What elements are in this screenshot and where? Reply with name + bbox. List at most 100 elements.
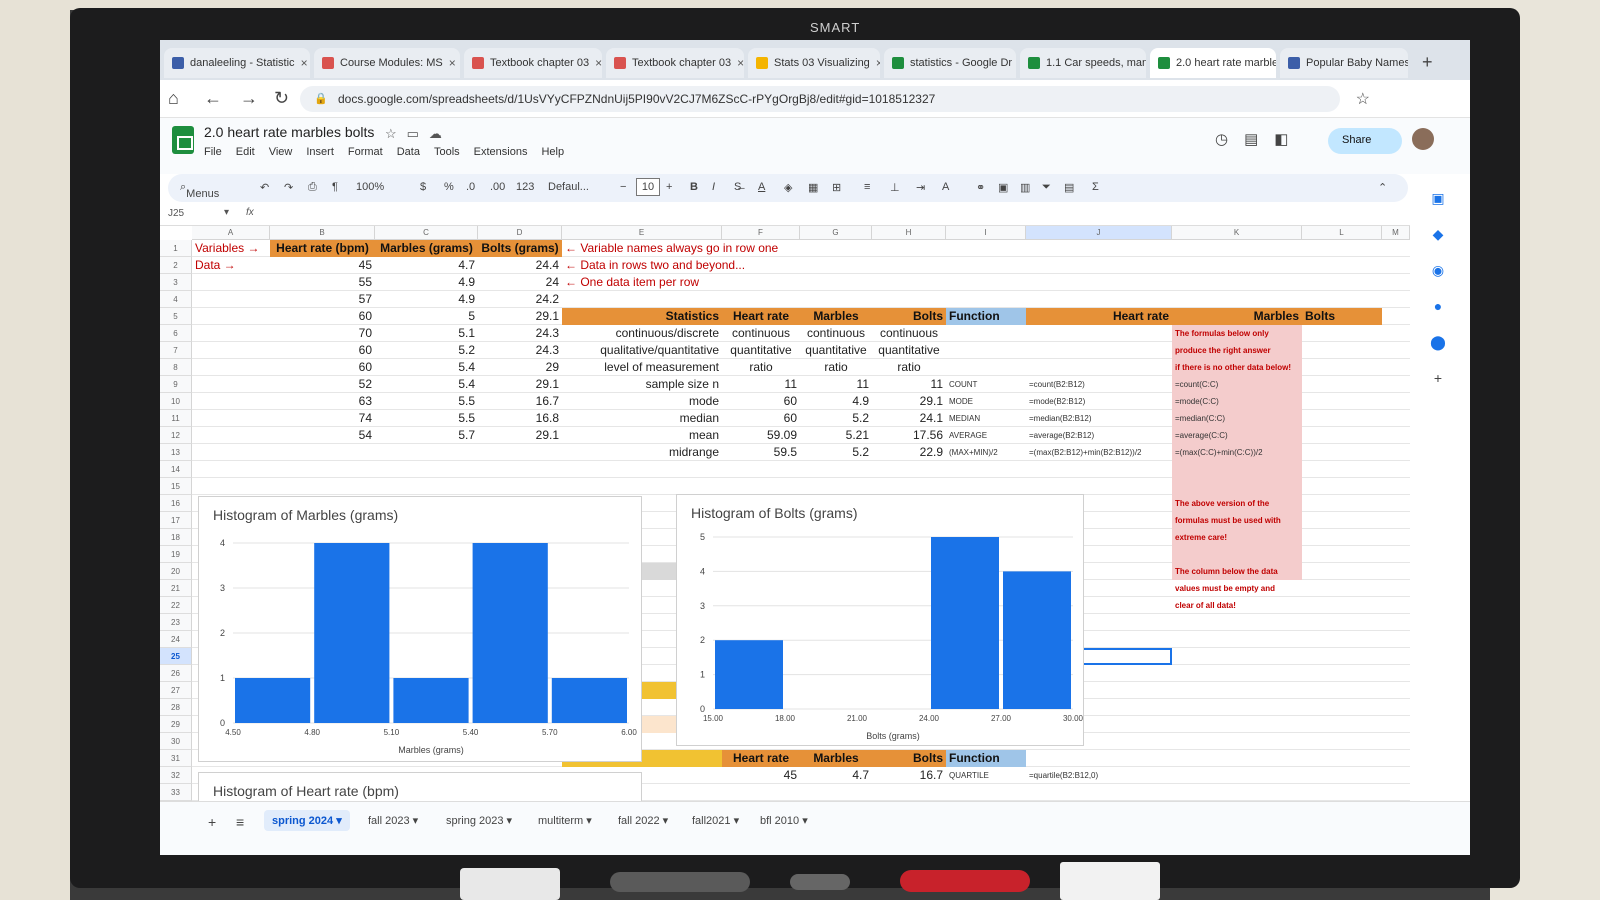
formula-note[interactable]: clear of all data! <box>1172 597 1302 614</box>
browser-tab[interactable]: danaleeling - Statistic × <box>164 48 310 78</box>
data-cell-heart-rate[interactable]: 74 <box>270 410 375 427</box>
stat-function[interactable] <box>946 342 1026 359</box>
row-header[interactable]: 32 <box>160 767 192 784</box>
text-color-icon[interactable]: A <box>758 181 765 193</box>
row-header[interactable]: 1 <box>160 240 192 257</box>
row-header[interactable]: 14 <box>160 461 192 478</box>
data-cell-heart-rate[interactable]: 57 <box>270 291 375 308</box>
data-cell-heart-rate[interactable]: 70 <box>270 325 375 342</box>
stat-label[interactable]: midrange <box>562 444 722 461</box>
wrap-icon[interactable]: ⇥ <box>916 181 925 194</box>
row-header[interactable]: 7 <box>160 342 192 359</box>
column-header-d[interactable]: D <box>478 226 562 240</box>
note-row-one[interactable]: ← Variable names always go in row one <box>562 240 872 257</box>
close-icon[interactable]: × <box>595 56 602 70</box>
column-header-h[interactable]: H <box>872 226 946 240</box>
histogram-chart[interactable]: Histogram of Marbles (grams) 0 1 2 3 4 4.50 4.8… <box>198 496 642 762</box>
row-header[interactable]: 33 <box>160 784 192 801</box>
quartile-header-marbles[interactable]: Marbles <box>800 750 872 767</box>
collapse-chevron-icon[interactable]: ⌃ <box>1378 181 1387 194</box>
quartile-function[interactable]: QUARTILE <box>946 767 1026 784</box>
bookmark-star-icon[interactable]: ☆ <box>1356 89 1370 109</box>
formula-note[interactable]: The above version of the <box>1172 495 1302 512</box>
stat-bolts[interactable]: ratio <box>872 359 946 376</box>
quartile-header-bolts[interactable]: Bolts <box>872 750 946 767</box>
strikethrough-icon[interactable]: S̶ <box>734 181 741 193</box>
data-cell-heart-rate[interactable]: 60 <box>270 308 375 325</box>
rotate-icon[interactable]: A <box>942 181 949 193</box>
formula-cell-heart-rate[interactable]: =(max(B2:B12)+min(B2:B12))/2 <box>1026 444 1172 461</box>
variables-label[interactable]: Variables → <box>192 240 270 257</box>
header-heart-rate[interactable]: Heart rate (bpm) <box>270 240 375 257</box>
column-header-a[interactable]: A <box>192 226 270 240</box>
stat-bolts[interactable]: 17.56 <box>872 427 946 444</box>
data-cell-heart-rate[interactable]: 52 <box>270 376 375 393</box>
quartile-header-heart-rate[interactable]: Heart rate <box>722 750 800 767</box>
browser-tab[interactable]: statistics - Google Dr× <box>884 48 1016 78</box>
row-header[interactable]: 3 <box>160 274 192 291</box>
row-header[interactable]: 9 <box>160 376 192 393</box>
share-button[interactable]: Share <box>1328 128 1402 154</box>
formula-cell-heart-rate[interactable]: =count(B2:B12) <box>1026 376 1172 393</box>
column-header-f[interactable]: F <box>722 226 800 240</box>
data-cell-marbles[interactable]: 4.9 <box>375 291 478 308</box>
stat-heart-rate[interactable]: 59.5 <box>722 444 800 461</box>
row-header[interactable]: 30 <box>160 733 192 750</box>
column-header-l[interactable]: L <box>1302 226 1382 240</box>
formula-cell-heart-rate[interactable]: =mode(B2:B12) <box>1026 393 1172 410</box>
stat-heart-rate[interactable]: ratio <box>722 359 800 376</box>
calendar-icon[interactable]: ▣ <box>1418 190 1458 226</box>
stat-bolts[interactable]: quantitative <box>872 342 946 359</box>
data-cell-heart-rate[interactable]: 54 <box>270 427 375 444</box>
all-sheets-icon[interactable]: ≡ <box>228 810 252 834</box>
menu-insert[interactable]: Insert <box>306 146 334 158</box>
formula-note[interactable]: values must be empty and <box>1172 580 1302 597</box>
undo-icon[interactable]: ↶ <box>260 181 269 194</box>
column-header-c[interactable]: C <box>375 226 478 240</box>
browser-tab[interactable]: Textbook chapter 03 × <box>606 48 744 78</box>
row-header[interactable]: 11 <box>160 410 192 427</box>
quartile-bolts[interactable]: 16.7 <box>872 767 946 784</box>
formula-header-bolts[interactable]: Bolts <box>1302 308 1382 325</box>
data-cell-bolts[interactable]: 24.2 <box>478 291 562 308</box>
stats-header-label[interactable]: Statistics <box>562 308 722 325</box>
filter-views-icon[interactable]: ▤ <box>1064 181 1074 194</box>
stat-bolts[interactable]: continuous <box>872 325 946 342</box>
stat-heart-rate[interactable]: 11 <box>722 376 800 393</box>
stat-label[interactable]: qualitative/quantitative <box>562 342 722 359</box>
percent-button[interactable]: % <box>444 181 454 193</box>
quartile-header-function[interactable]: Function <box>946 750 1026 767</box>
dropdown-chevron-icon[interactable]: ▾ <box>224 207 229 218</box>
data-cell-heart-rate[interactable]: 45 <box>270 257 375 274</box>
data-cell-bolts[interactable]: 29 <box>478 359 562 376</box>
stat-label[interactable]: level of measurement <box>562 359 722 376</box>
browser-tab[interactable]: Textbook chapter 03 × <box>464 48 602 78</box>
data-cell-marbles[interactable]: 5.2 <box>375 342 478 359</box>
data-cell-bolts[interactable]: 24.3 <box>478 342 562 359</box>
stat-marbles[interactable]: 4.9 <box>800 393 872 410</box>
close-icon[interactable]: × <box>737 56 744 70</box>
data-cell-marbles[interactable]: 5.4 <box>375 359 478 376</box>
stat-heart-rate[interactable]: continuous <box>722 325 800 342</box>
row-header[interactable]: 13 <box>160 444 192 461</box>
data-cell-bolts[interactable]: 24 <box>478 274 562 291</box>
quartile-marbles[interactable]: 4.7 <box>800 767 872 784</box>
stat-marbles[interactable]: 5.21 <box>800 427 872 444</box>
maps-icon[interactable]: ⬤ <box>1418 334 1458 370</box>
column-header-g[interactable]: G <box>800 226 872 240</box>
header-icons[interactable]: ◷▤◧ <box>1215 130 1304 148</box>
sheet-tab-multiterm[interactable]: multiterm ▾ <box>530 810 600 831</box>
stats-header-marbles[interactable]: Marbles <box>800 308 872 325</box>
menu-data[interactable]: Data <box>397 146 420 158</box>
row-header[interactable]: 26 <box>160 665 192 682</box>
header-bolts[interactable]: Bolts (grams) <box>478 240 562 257</box>
stat-heart-rate[interactable]: 60 <box>722 393 800 410</box>
formula-note[interactable]: extreme care! <box>1172 529 1302 546</box>
row-header[interactable]: 16 <box>160 495 192 512</box>
formula-note[interactable]: formulas must be used with <box>1172 512 1302 529</box>
column-header-e[interactable]: E <box>562 226 722 240</box>
print-icon[interactable]: ⎙ <box>308 181 317 194</box>
formula-header-heart-rate[interactable]: Heart rate <box>1026 308 1172 325</box>
data-label[interactable]: Data → <box>192 257 270 274</box>
row-header[interactable]: 15 <box>160 478 192 495</box>
